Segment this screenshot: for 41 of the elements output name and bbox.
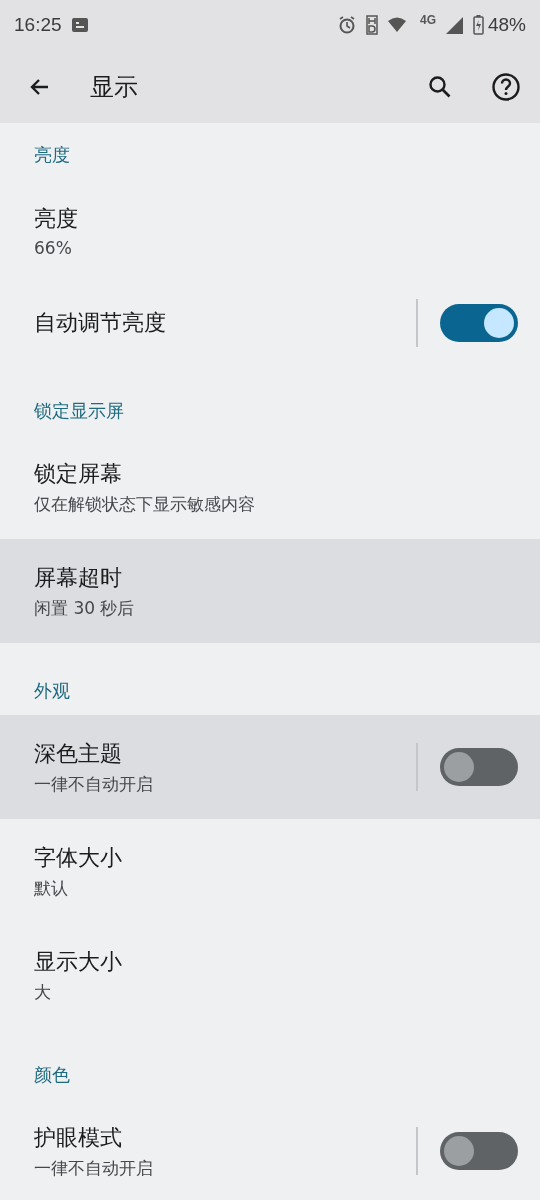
section-header: 亮度: [34, 143, 70, 167]
toggle-switch[interactable]: [440, 304, 518, 342]
settings-item[interactable]: 锁定屏幕 仅在解锁状态下显示敏感内容: [0, 435, 540, 539]
page-title: 显示: [90, 71, 138, 103]
help-icon: [491, 71, 521, 102]
battery-level: 48%: [487, 14, 526, 36]
item-title: 护眼模式: [34, 1123, 123, 1152]
item-subtitle: 默认: [34, 876, 69, 900]
settings-item[interactable]: 字体大小 默认: [0, 819, 540, 923]
item-title: 自动调节亮度: [34, 309, 167, 337]
item-subtitle: 大: [34, 980, 52, 1004]
item-subtitle: 66%: [34, 238, 73, 258]
item-subtitle: 一律不自动开启: [34, 1156, 154, 1180]
battery-icon: [472, 15, 484, 35]
status-time: 16:25: [14, 14, 62, 36]
toggle-switch[interactable]: [440, 1132, 518, 1170]
hd-icon: [365, 15, 378, 35]
item-title: 锁定屏幕: [34, 459, 123, 488]
item-title: 显示大小: [34, 947, 123, 976]
item-subtitle: 仅在解锁状态下显示敏感内容: [34, 492, 256, 516]
search-icon: [428, 74, 452, 99]
item-subtitle: 一律不自动开启: [34, 772, 154, 796]
network-type: 4G: [419, 13, 436, 27]
signal-icon: [445, 16, 463, 34]
settings-item[interactable]: 亮度 66%: [0, 179, 540, 283]
item-title: 屏幕超时: [34, 563, 123, 592]
settings-item[interactable]: 屏幕超时 闲置 30 秒后: [0, 539, 540, 643]
settings-item[interactable]: 护眼模式 一律不自动开启: [0, 1099, 540, 1200]
settings-item[interactable]: 深色主题 一律不自动开启: [0, 715, 540, 819]
section-header: 外观: [34, 679, 70, 703]
section-header: 颜色: [34, 1063, 70, 1087]
message-icon: [71, 18, 88, 32]
item-subtitle: 闲置 30 秒后: [34, 596, 136, 620]
alarm-icon: [337, 16, 356, 34]
item-title: 深色主题: [34, 739, 123, 768]
item-title: 亮度: [34, 205, 79, 233]
section-header: 锁定显示屏: [34, 399, 124, 423]
settings-item[interactable]: 自动调节亮度: [0, 283, 540, 363]
settings-item[interactable]: 显示大小 大: [0, 923, 540, 1027]
toggle-switch[interactable]: [440, 748, 518, 786]
item-title: 字体大小: [34, 843, 123, 872]
